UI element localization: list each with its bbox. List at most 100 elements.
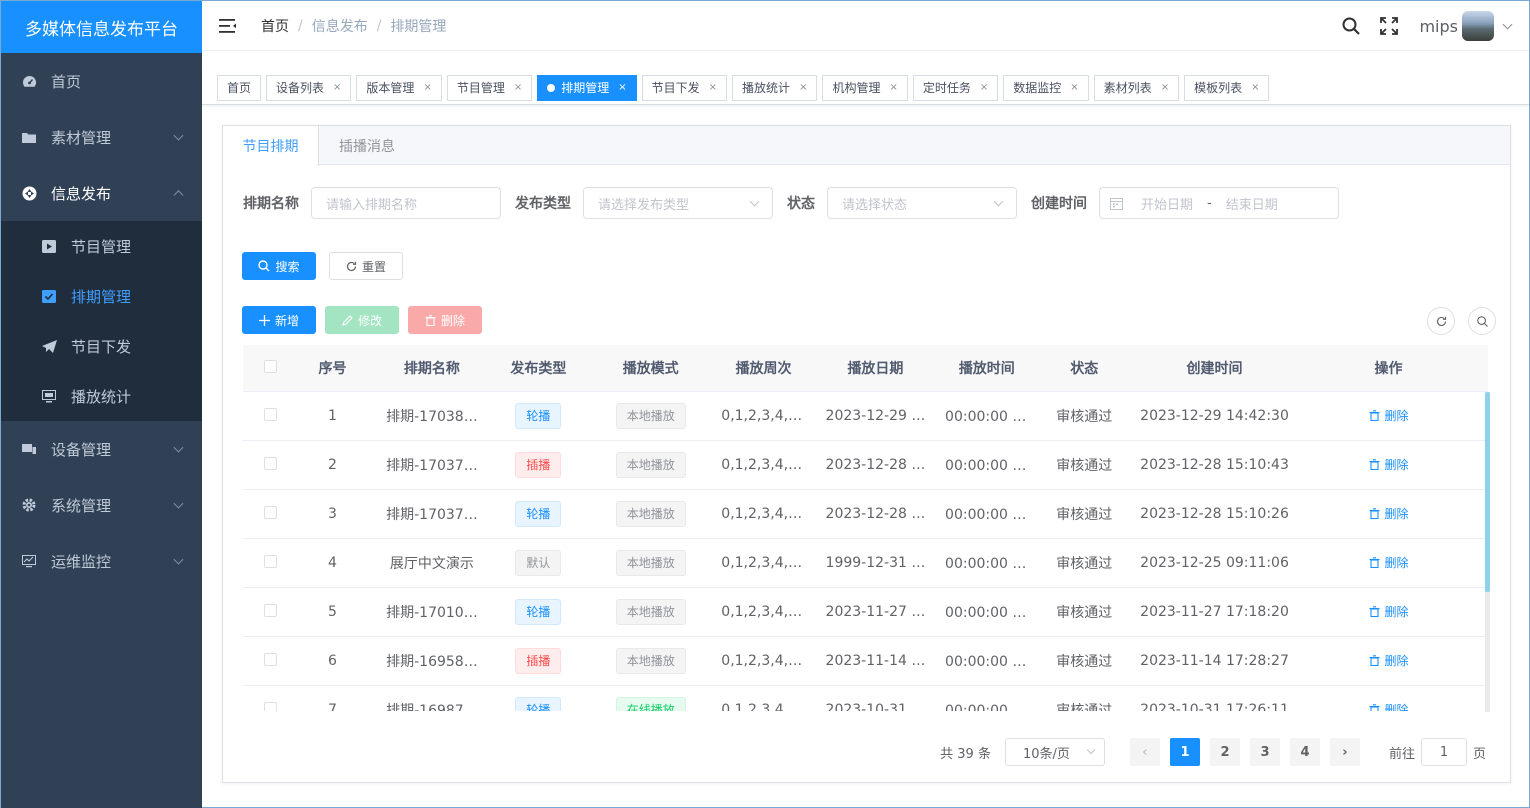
edit-button[interactable]: 修改 (325, 306, 399, 334)
avatar[interactable] (1462, 11, 1494, 41)
close-icon[interactable]: × (1251, 82, 1259, 93)
close-icon[interactable]: × (423, 82, 431, 93)
tag-home[interactable]: 首页 (217, 75, 261, 101)
goto-page-input[interactable]: 1 (1421, 738, 1467, 766)
tag-version[interactable]: 版本管理× (356, 75, 441, 101)
sidebar-item-dispatch[interactable]: 节目下发 (1, 321, 202, 371)
row-delete-button[interactable]: 删除 (1369, 407, 1409, 424)
row-checkbox[interactable] (264, 653, 277, 666)
row-checkbox[interactable] (264, 604, 277, 617)
chevron-down-icon[interactable] (1503, 19, 1513, 29)
search-icon[interactable] (1341, 16, 1361, 36)
page-3-button[interactable]: 3 (1250, 738, 1280, 766)
sidebar-item-label: 系统管理 (51, 495, 111, 516)
scrollbar-thumb[interactable] (1485, 392, 1490, 592)
table-row[interactable]: 1排期-17038…轮播本地播放0,1,2,3,4,5,62023-12-29 … (243, 392, 1488, 441)
table-row[interactable]: 4展厅中文演示默认本地播放0,1,2,3,4,5,61999-12-31 …00… (243, 539, 1488, 588)
row-checkbox[interactable] (264, 506, 277, 519)
status-select[interactable]: 请选择状态 (827, 187, 1017, 219)
username[interactable]: mips (1419, 17, 1458, 36)
end-date-placeholder[interactable]: 结束日期 (1226, 194, 1278, 213)
sidebar-item-device[interactable]: 设备管理 (1, 421, 202, 477)
sidebar-item-schedule[interactable]: 排期管理 (1, 271, 202, 321)
row-delete-button[interactable]: 删除 (1369, 456, 1409, 473)
close-icon[interactable]: × (514, 82, 522, 93)
tag-org[interactable]: 机构管理× (822, 75, 907, 101)
tag-device-list[interactable]: 设备列表× (266, 75, 351, 101)
start-date-placeholder[interactable]: 开始日期 (1141, 194, 1193, 213)
sidebar-item-publish[interactable]: 信息发布 (1, 165, 202, 221)
tab-insert-message[interactable]: 插播消息 (319, 126, 415, 165)
breadcrumb-item-current: 排期管理 (390, 16, 446, 36)
cell-time: 00:00:00 至… (945, 700, 1029, 711)
toggle-search-button[interactable] (1468, 307, 1496, 335)
sidebar-item-material[interactable]: 素材管理 (1, 109, 202, 165)
tag-program[interactable]: 节目管理× (447, 75, 532, 101)
cell-created: 2023-12-25 09:11:06 (1140, 555, 1289, 571)
delete-button[interactable]: 删除 (408, 306, 482, 334)
table-row[interactable]: 3排期-17037…轮播本地播放0,1,2,3,4,5,62023-12-28 … (243, 490, 1488, 539)
close-icon[interactable]: × (980, 82, 988, 93)
table-row[interactable]: 5排期-17010…轮播本地播放0,1,2,3,4,5,62023-11-27 … (243, 588, 1488, 637)
close-icon[interactable]: × (333, 82, 341, 93)
row-delete-button[interactable]: 删除 (1369, 652, 1409, 669)
sidebar-item-home[interactable]: 首页 (1, 53, 202, 109)
tag-stats[interactable]: 播放统计× (732, 75, 817, 101)
add-button[interactable]: 新增 (242, 306, 316, 334)
page-2-button[interactable]: 2 (1210, 738, 1240, 766)
cell-mode: 本地播放 (580, 550, 721, 576)
row-delete-button[interactable]: 删除 (1369, 701, 1409, 711)
tag-material-list[interactable]: 素材列表× (1094, 75, 1179, 101)
close-icon[interactable]: × (1070, 82, 1078, 93)
tag-schedule[interactable]: 排期管理× (537, 75, 636, 101)
tag-dispatch[interactable]: 节目下发× (642, 75, 727, 101)
sidebar-item-program[interactable]: 节目管理 (1, 221, 202, 271)
tag-data-monitor[interactable]: 数据监控× (1003, 75, 1088, 101)
sidebar-item-system[interactable]: 系统管理 (1, 477, 202, 533)
trash-icon (1369, 410, 1380, 421)
sidebar-item-label: 节目管理 (71, 236, 131, 257)
date-range-picker[interactable]: 开始日期 - 结束日期 (1099, 187, 1339, 219)
refresh-table-button[interactable] (1427, 307, 1455, 335)
row-delete-button[interactable]: 删除 (1369, 603, 1409, 620)
page-1-button[interactable]: 1 (1170, 738, 1200, 766)
close-icon[interactable]: × (618, 82, 626, 93)
breadcrumb-item-home[interactable]: 首页 (261, 16, 289, 36)
page-size-select[interactable]: 10条/页 (1005, 738, 1105, 766)
hamburger-icon[interactable] (219, 16, 239, 36)
next-page-button[interactable]: › (1330, 738, 1360, 766)
cell-date: 1999-12-31 … (806, 555, 945, 571)
table-row[interactable]: 6排期-16958…插播本地播放0,1,2,3,4,5,62023-11-14 … (243, 637, 1488, 686)
search-button[interactable]: 搜索 (242, 252, 316, 280)
reset-button[interactable]: 重置 (329, 252, 403, 280)
breadcrumb-item-publish[interactable]: 信息发布 (312, 16, 368, 36)
publish-type-select[interactable]: 请选择发布类型 (583, 187, 773, 219)
fullscreen-icon[interactable] (1379, 16, 1399, 36)
close-icon[interactable]: × (889, 82, 897, 93)
tag-template-list[interactable]: 模板列表× (1184, 75, 1269, 101)
range-separator: - (1207, 196, 1212, 211)
row-checkbox[interactable] (264, 457, 277, 470)
column-header: 排期名称 (367, 358, 496, 378)
cell-created: 2023-12-28 15:10:26 (1140, 506, 1289, 522)
prev-page-button[interactable]: ‹ (1130, 738, 1160, 766)
table-row[interactable]: 2排期-17037…插播本地播放0,1,2,3,4,5,62023-12-28 … (243, 441, 1488, 490)
tag-timer[interactable]: 定时任务× (913, 75, 998, 101)
select-all-checkbox[interactable] (264, 360, 277, 373)
sidebar-item-label: 素材管理 (51, 127, 111, 148)
sidebar-item-stats[interactable]: 播放统计 (1, 371, 202, 421)
row-checkbox[interactable] (264, 408, 277, 421)
row-delete-button[interactable]: 删除 (1369, 554, 1409, 571)
sidebar-item-ops[interactable]: 运维监控 (1, 533, 202, 589)
page-4-button[interactable]: 4 (1290, 738, 1320, 766)
play-mode-badge: 在线播放 (616, 697, 686, 711)
close-icon[interactable]: × (709, 82, 717, 93)
row-delete-button[interactable]: 删除 (1369, 505, 1409, 522)
row-checkbox[interactable] (264, 702, 277, 712)
close-icon[interactable]: × (799, 82, 807, 93)
schedule-name-input[interactable]: 请输入排期名称 (311, 187, 501, 219)
table-row[interactable]: 7排期-16987…轮播在线播放0,1,2,3,4,5,62023-10-31 … (243, 686, 1488, 711)
tab-program-schedule[interactable]: 节目排期 (223, 126, 319, 166)
close-icon[interactable]: × (1161, 82, 1169, 93)
row-checkbox[interactable] (264, 555, 277, 568)
